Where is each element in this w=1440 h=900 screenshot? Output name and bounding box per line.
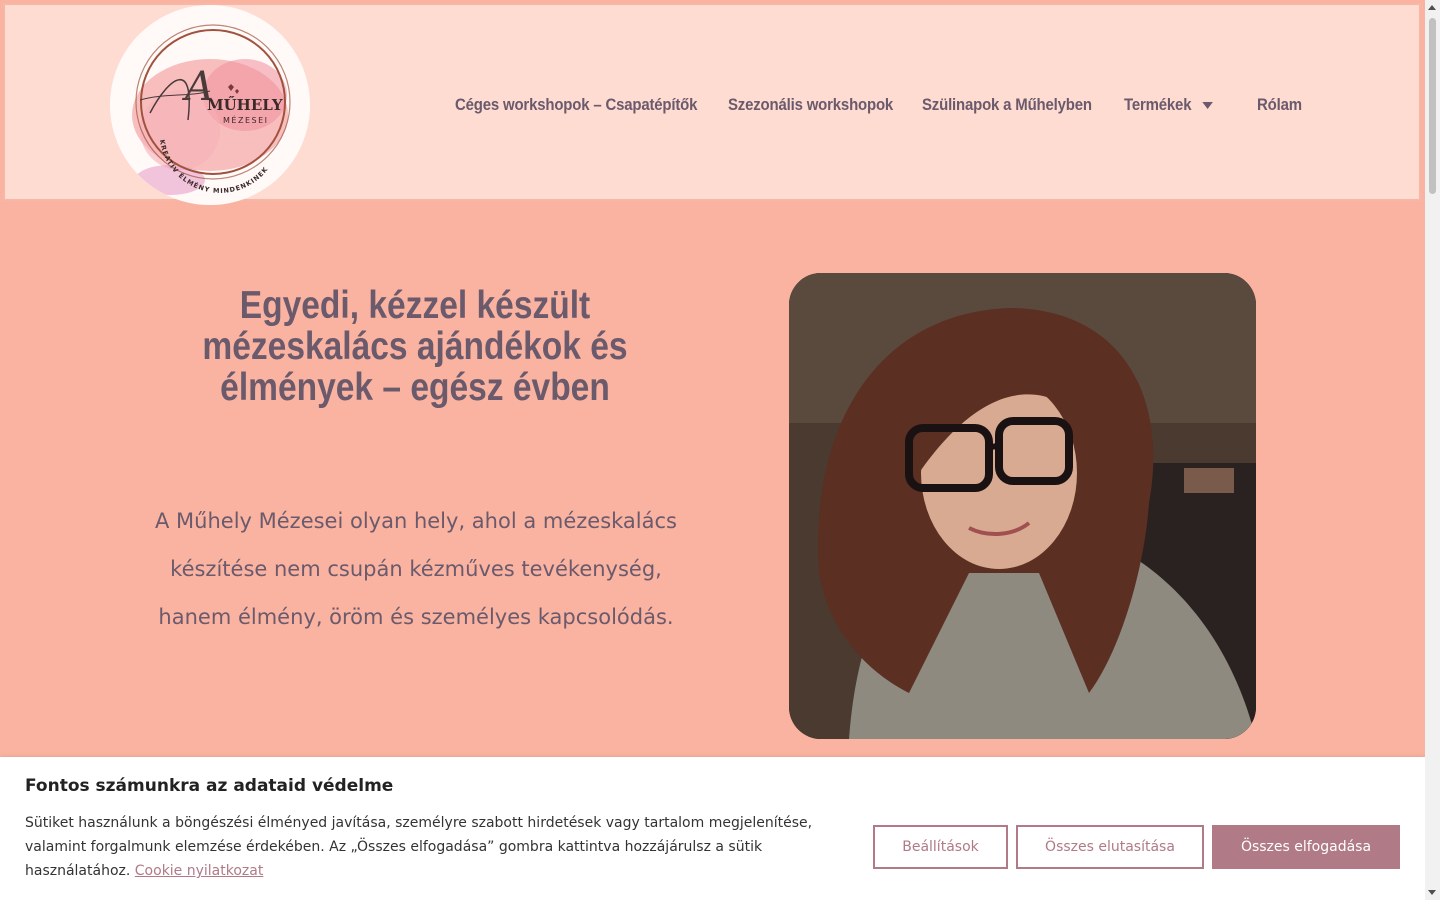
cookie-reject-all-button[interactable]: Összes elutasítása (1016, 825, 1204, 869)
chevron-down-icon[interactable] (1201, 102, 1213, 110)
nav-item-products-label: Termékek (1124, 95, 1192, 114)
scroll-down-icon[interactable] (1428, 890, 1436, 895)
scroll-up-icon[interactable] (1428, 5, 1436, 10)
nav-item-products[interactable]: Termékek (1124, 91, 1213, 119)
cookie-accept-all-button[interactable]: Összes elfogadása (1212, 825, 1400, 869)
nav-item-corporate-workshops[interactable]: Céges workshopok – Csapatépítők (455, 91, 697, 119)
cookie-policy-link[interactable]: Cookie nyilatkozat (135, 863, 264, 879)
cookie-text: Sütiket használunk a böngészési élményed… (25, 811, 825, 883)
cookie-title: Fontos számunkra az adataid védelme (25, 776, 394, 796)
cookie-settings-button[interactable]: Beállítások (873, 825, 1008, 869)
portrait-illustration (789, 273, 1256, 739)
nav-item-seasonal-workshops[interactable]: Szezonális workshopok (728, 91, 893, 119)
main-navigation: Céges workshopok – Csapatépítők Szezonál… (5, 5, 1419, 203)
site-header: A MŰHELY MÉZESEI KREATÍV ÉLMÉNY MINDENKI… (3, 3, 1421, 205)
nav-item-birthdays[interactable]: Szülinapok a Műhelyben (922, 91, 1092, 119)
cookie-banner: Fontos számunkra az adataid védelme Süti… (0, 757, 1425, 900)
hero-description: A Műhely Mézesei olyan hely, ahol a méze… (155, 509, 677, 629)
hero-title: Egyedi, kézzel készült mézeskalács ajánd… (202, 284, 628, 409)
scrollbar-thumb[interactable] (1429, 18, 1436, 194)
nav-item-about[interactable]: Rólam (1257, 91, 1302, 119)
owner-portrait (789, 273, 1256, 739)
page-scrollbar[interactable] (1425, 0, 1440, 900)
